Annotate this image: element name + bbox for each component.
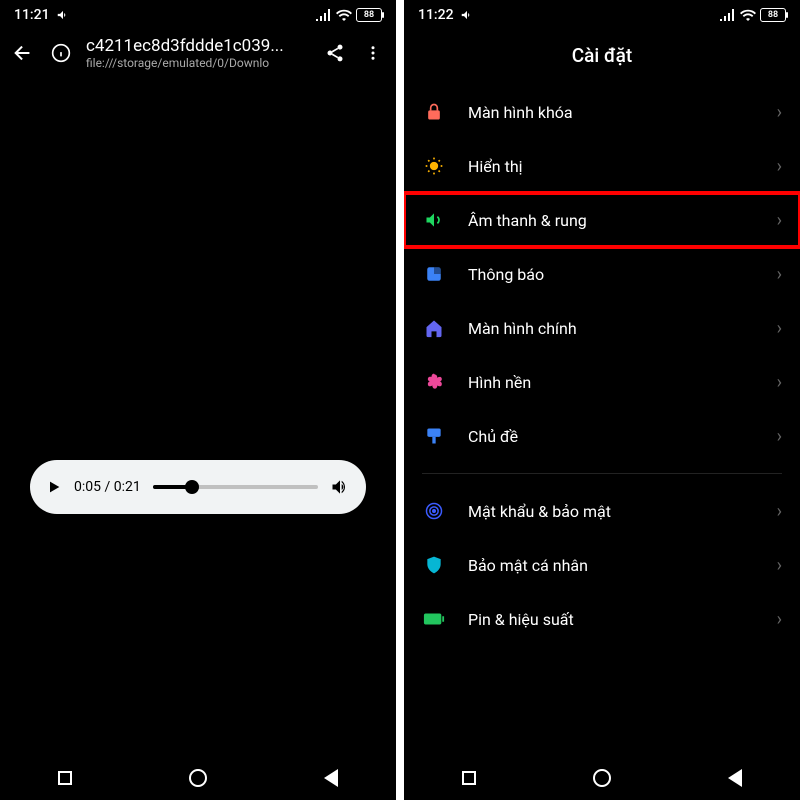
settings-row-flower[interactable]: Hình nền › — [404, 355, 800, 409]
speaker-icon — [422, 208, 446, 232]
seek-slider[interactable] — [153, 485, 318, 489]
url-bar[interactable]: c4211ec8d3fddde1c039... file:///storage/… — [86, 36, 310, 70]
wifi-icon — [336, 9, 352, 21]
settings-row-label: Thông báo — [468, 265, 755, 284]
lock-icon — [422, 100, 446, 124]
audio-player[interactable]: 0:05 / 0:21 — [30, 460, 366, 514]
nav-home[interactable] — [189, 769, 207, 787]
status-time: 11:22 — [418, 7, 454, 23]
settings-row-battery[interactable]: Pin & hiệu suất › — [404, 592, 800, 646]
browser-header: c4211ec8d3fddde1c039... file:///storage/… — [0, 30, 396, 76]
settings-row-label: Âm thanh & rung — [468, 211, 755, 230]
settings-list-1: Màn hình khóa›Hiển thị›Âm thanh & rung›T… — [404, 85, 800, 463]
status-time: 11:21 — [14, 7, 50, 23]
battery-indicator: 88 — [760, 8, 786, 22]
flower-icon — [422, 370, 446, 394]
chevron-right-icon: › — [777, 156, 782, 177]
settings-row-square[interactable]: Thông báo › — [404, 247, 800, 301]
phone-left: 11:21 88 c4211ec8d3fddde1c039... file://… — [0, 0, 396, 800]
settings-title: Cài đặt — [404, 30, 800, 85]
settings-row-label: Hình nền — [468, 373, 755, 392]
settings-list-2: Mật khẩu & bảo mật›Bảo mật cá nhân›Pin &… — [404, 484, 800, 646]
chevron-right-icon: › — [777, 426, 782, 447]
settings-row-label: Mật khẩu & bảo mật — [468, 502, 755, 521]
share-button[interactable] — [322, 40, 348, 66]
chevron-right-icon: › — [777, 318, 782, 339]
nav-home[interactable] — [593, 769, 611, 787]
settings-row-lock[interactable]: Màn hình khóa › — [404, 85, 800, 139]
battery-indicator: 88 — [356, 8, 382, 22]
separator — [422, 473, 782, 474]
volume-icon[interactable] — [330, 477, 350, 497]
settings-row-shield[interactable]: Bảo mật cá nhân › — [404, 538, 800, 592]
shield-icon — [422, 553, 446, 577]
fingerprint-icon — [422, 499, 446, 523]
sun-icon — [422, 154, 446, 178]
wifi-icon — [740, 9, 756, 21]
settings-row-label: Màn hình chính — [468, 319, 755, 338]
settings-row-label: Bảo mật cá nhân — [468, 556, 755, 575]
signal-icon — [720, 9, 736, 21]
settings-row-label: Chủ đề — [468, 427, 755, 446]
settings-row-fingerprint[interactable]: Mật khẩu & bảo mật › — [404, 484, 800, 538]
settings-row-label: Hiển thị — [468, 157, 755, 176]
nav-bar — [404, 756, 800, 800]
settings-row-home[interactable]: Màn hình chính › — [404, 301, 800, 355]
chevron-right-icon: › — [777, 210, 782, 231]
home-icon — [422, 316, 446, 340]
settings-row-sun[interactable]: Hiển thị › — [404, 139, 800, 193]
brush-icon — [422, 424, 446, 448]
status-bar: 11:22 88 — [404, 0, 800, 30]
status-bar: 11:21 88 — [0, 0, 396, 30]
chevron-right-icon: › — [777, 264, 782, 285]
back-button[interactable] — [10, 40, 36, 66]
volume-icon — [56, 8, 70, 22]
settings-row-speaker[interactable]: Âm thanh & rung › — [404, 193, 800, 247]
settings-row-brush[interactable]: Chủ đề › — [404, 409, 800, 463]
page-url: file:///storage/emulated/0/Downlo — [86, 56, 310, 70]
play-icon[interactable] — [46, 479, 62, 495]
nav-back[interactable] — [324, 769, 338, 787]
chevron-right-icon: › — [777, 372, 782, 393]
nav-recent[interactable] — [462, 771, 476, 785]
phone-right: 11:22 88 Cài đặt Màn hình khóa › Hiển thị ›… — [404, 0, 800, 800]
chevron-right-icon: › — [777, 609, 782, 630]
settings-row-label: Màn hình khóa — [468, 103, 755, 122]
square-icon — [422, 262, 446, 286]
info-icon[interactable] — [48, 40, 74, 66]
page-title: c4211ec8d3fddde1c039... — [86, 36, 310, 56]
volume-icon — [460, 8, 474, 22]
nav-recent[interactable] — [58, 771, 72, 785]
nav-back[interactable] — [728, 769, 742, 787]
player-time: 0:05 / 0:21 — [74, 479, 141, 495]
signal-icon — [316, 9, 332, 21]
more-button[interactable] — [360, 40, 386, 66]
battery-icon — [422, 607, 446, 631]
chevron-right-icon: › — [777, 501, 782, 522]
settings-row-label: Pin & hiệu suất — [468, 610, 755, 629]
nav-bar — [0, 756, 396, 800]
chevron-right-icon: › — [777, 555, 782, 576]
chevron-right-icon: › — [777, 102, 782, 123]
